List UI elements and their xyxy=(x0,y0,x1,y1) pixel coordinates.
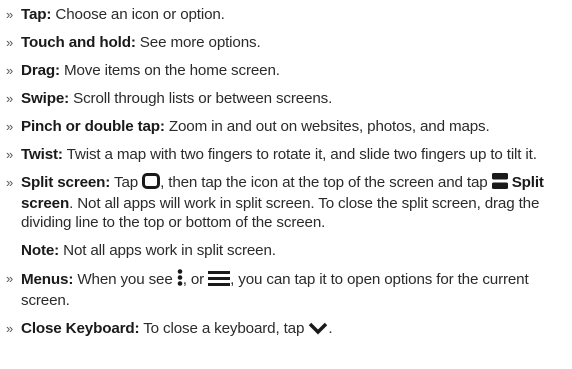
note-term: Note: xyxy=(21,242,60,259)
desc-split-b: , then tap the icon at the top of the sc… xyxy=(160,174,492,191)
list-item-tap: » Tap: Choose an icon or option. xyxy=(6,5,572,24)
note: Note: Not all apps work in split screen. xyxy=(6,241,572,260)
term-split-screen: Split screen: xyxy=(21,174,111,191)
desc-touch-and-hold: See more options. xyxy=(135,34,261,51)
term-menus: Menus: xyxy=(21,271,74,288)
desc-swipe: Scroll through lists or between screens. xyxy=(69,90,333,107)
list-item-drag: » Drag: Move items on the home screen. xyxy=(6,61,572,80)
split-screen-icon xyxy=(491,173,508,194)
chevron-down-icon xyxy=(308,321,328,340)
list-item-split-screen: » Split screen: Tap , then tap the icon … xyxy=(6,173,572,232)
term-close-keyboard: Close Keyboard: xyxy=(21,320,140,337)
list-item-pinch: » Pinch or double tap: Zoom in and out o… xyxy=(6,117,572,136)
bullet: » xyxy=(6,321,14,336)
desc-menus-a: When you see xyxy=(73,271,177,288)
bullet: » xyxy=(6,147,14,162)
term-swipe: Swipe: xyxy=(21,90,70,107)
term-tap: Tap: xyxy=(21,6,52,23)
bullet: » xyxy=(6,271,14,286)
desc-keyboard-b: . xyxy=(328,320,333,337)
desc-drag: Move items on the home screen. xyxy=(59,62,280,79)
bullet: » xyxy=(6,35,14,50)
list-item-twist: » Twist: Twist a map with two fingers to… xyxy=(6,145,572,164)
term-twist: Twist: xyxy=(21,146,63,163)
desc-twist: Twist a map with two fingers to rotate i… xyxy=(62,146,537,163)
list-item-swipe: » Swipe: Scroll through lists or between… xyxy=(6,89,572,108)
bullet: » xyxy=(6,175,14,190)
desc-pinch: Zoom in and out on websites, photos, and… xyxy=(164,118,490,135)
bullet: » xyxy=(6,119,14,134)
term-pinch: Pinch or double tap: xyxy=(21,118,165,135)
desc-keyboard-a: To close a keyboard, tap xyxy=(139,320,309,337)
hamburger-menu-icon xyxy=(208,271,231,291)
desc-menus-b: , or xyxy=(182,271,209,288)
instruction-list: » Tap: Choose an icon or option. » Touch… xyxy=(0,0,572,369)
desc-tap: Choose an icon or option. xyxy=(51,6,225,23)
desc-split-c: . Not all apps will work in split screen… xyxy=(21,195,540,231)
list-item-touch-and-hold: » Touch and hold: See more options. xyxy=(6,33,572,52)
recent-apps-square-icon xyxy=(142,173,161,194)
term-drag: Drag: xyxy=(21,62,60,79)
list-item-menus: » Menus: When you see , or , you can tap… xyxy=(6,269,572,310)
bullet: » xyxy=(6,7,14,22)
note-text: Not all apps work in split screen. xyxy=(59,242,276,259)
list-item-close-keyboard: » Close Keyboard: To close a keyboard, t… xyxy=(6,319,572,340)
desc-split-a: Tap xyxy=(110,174,143,191)
bullet: » xyxy=(6,63,14,78)
bullet: » xyxy=(6,91,14,106)
term-touch-and-hold: Touch and hold: xyxy=(21,34,136,51)
